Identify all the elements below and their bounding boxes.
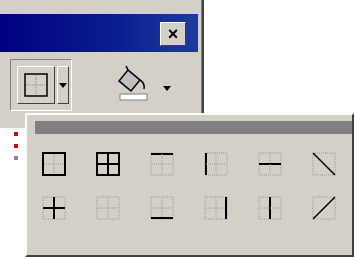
fill-color-dropdown-button[interactable] bbox=[163, 86, 171, 91]
toolbar-window: × bbox=[0, 0, 204, 128]
right-border-icon[interactable] bbox=[201, 193, 231, 223]
chevron-down-icon bbox=[163, 86, 171, 91]
fill-color-button[interactable] bbox=[114, 64, 154, 102]
palette-drag-bar[interactable] bbox=[35, 121, 352, 134]
borders-grid-icon[interactable] bbox=[17, 66, 55, 104]
borders-dropdown-button[interactable] bbox=[57, 66, 69, 104]
top-border-icon[interactable] bbox=[147, 149, 177, 179]
close-icon: × bbox=[167, 24, 179, 44]
inside-vertical-border-icon[interactable] bbox=[255, 193, 285, 223]
chevron-down-icon bbox=[59, 83, 67, 88]
inside-borders-icon[interactable] bbox=[39, 193, 69, 223]
title-bar[interactable]: × bbox=[0, 14, 198, 52]
borders-palette bbox=[25, 113, 354, 257]
fill-color-swatch bbox=[119, 93, 148, 101]
diagonal-down-border-icon[interactable] bbox=[309, 149, 339, 179]
no-border-icon[interactable] bbox=[93, 193, 123, 223]
bottom-border-icon[interactable] bbox=[147, 193, 177, 223]
outside-borders-icon[interactable] bbox=[39, 149, 69, 179]
all-borders-icon[interactable] bbox=[93, 149, 123, 179]
close-button[interactable]: × bbox=[160, 22, 186, 46]
inside-horizontal-border-icon[interactable] bbox=[255, 149, 285, 179]
left-border-icon[interactable] bbox=[201, 149, 231, 179]
partial-hidden-toolbar bbox=[14, 132, 20, 162]
diagonal-up-border-icon[interactable] bbox=[309, 193, 339, 223]
borders-button[interactable] bbox=[10, 59, 72, 111]
paint-bucket-icon bbox=[117, 65, 148, 101]
